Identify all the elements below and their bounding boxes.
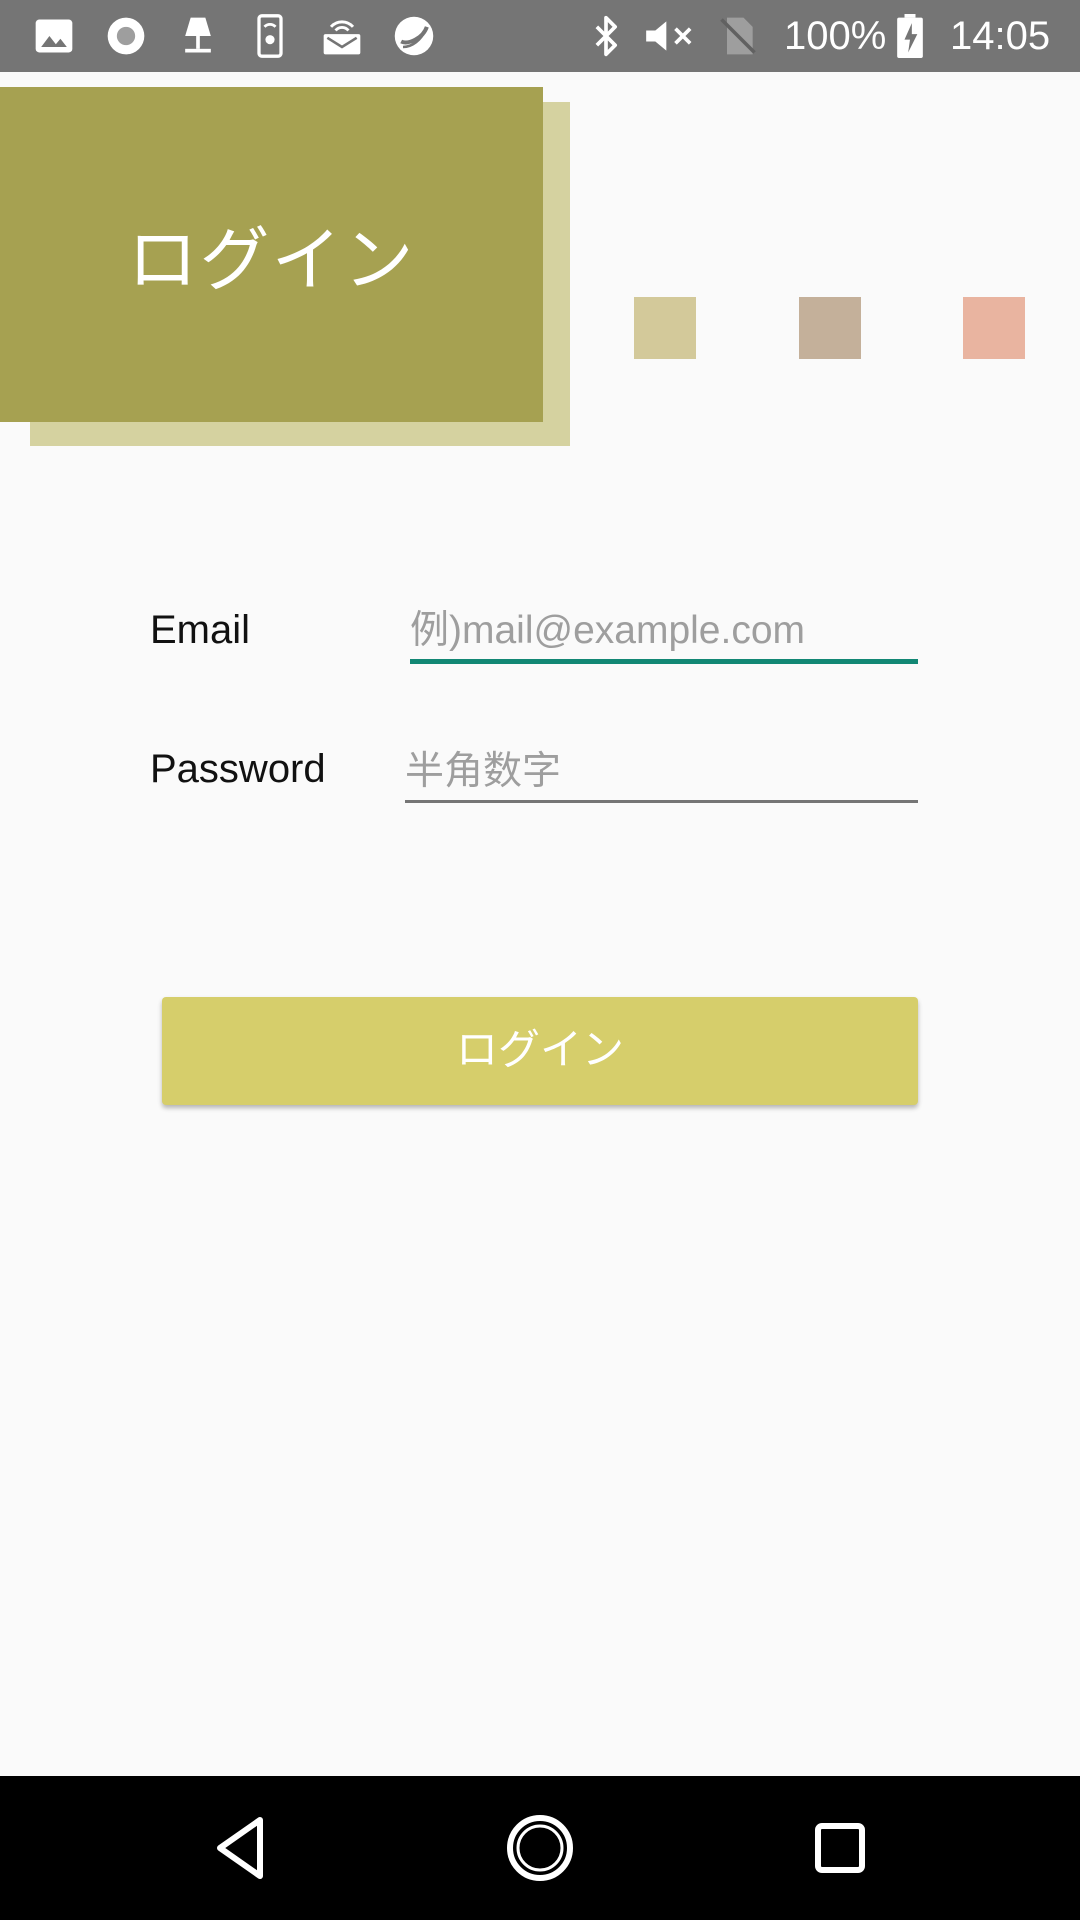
image-icon xyxy=(32,14,76,58)
no-sim-icon xyxy=(716,14,760,58)
page-title: ログイン xyxy=(127,219,416,301)
clock: 14:05 xyxy=(950,14,1051,58)
recents-icon[interactable] xyxy=(800,1808,880,1888)
back-icon[interactable] xyxy=(200,1808,280,1888)
color-swatch-2 xyxy=(799,297,861,359)
navigation-bar xyxy=(0,1776,1080,1920)
password-field[interactable] xyxy=(405,744,918,803)
password-label: Password xyxy=(150,747,326,791)
email-field[interactable] xyxy=(410,603,918,664)
swirl-icon xyxy=(392,14,436,58)
wifi-router-icon xyxy=(320,14,364,58)
lamp-icon xyxy=(176,14,220,58)
radio-icon xyxy=(104,14,148,58)
home-icon[interactable] xyxy=(500,1808,580,1888)
login-button[interactable]: ログイン xyxy=(162,997,918,1105)
title-card: ログイン xyxy=(0,87,543,422)
email-label: Email xyxy=(150,608,251,652)
bluetooth-icon xyxy=(584,14,628,58)
color-swatch-3 xyxy=(963,297,1025,359)
color-swatch-1 xyxy=(634,297,696,359)
battery-charging-icon xyxy=(892,14,928,58)
login-button-label: ログイン xyxy=(455,1025,624,1074)
phone-settings-icon xyxy=(248,14,292,58)
volume-muted-icon xyxy=(640,14,700,58)
battery-percentage: 100% xyxy=(784,14,887,58)
status-bar: 100% 14:05 xyxy=(0,0,1080,72)
